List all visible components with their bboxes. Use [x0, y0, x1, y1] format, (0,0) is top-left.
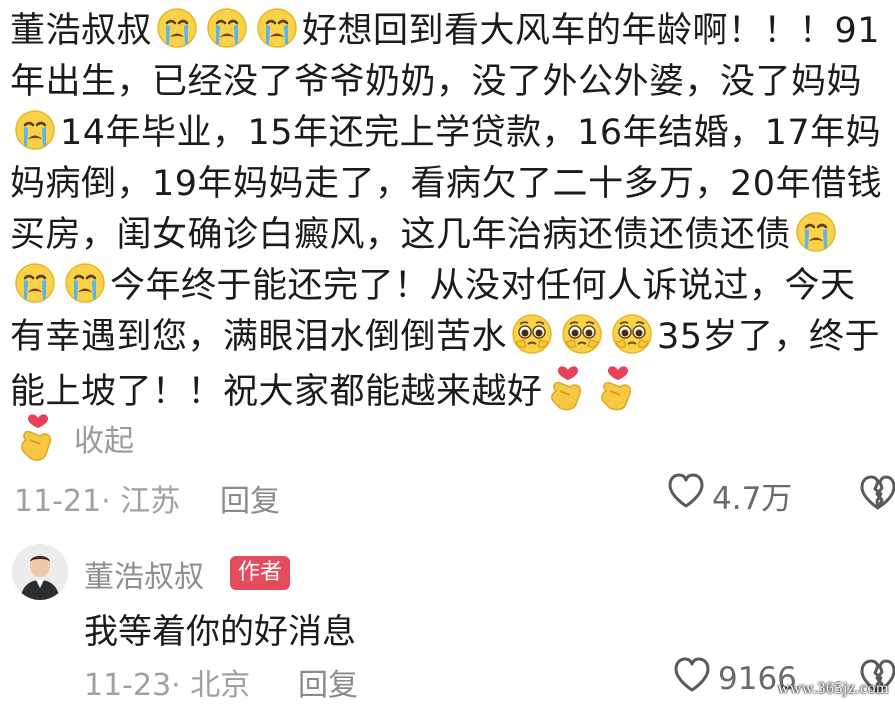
author-badge: 作者	[230, 556, 291, 590]
finger-heart-icon	[596, 363, 640, 411]
like-count: 4.7万	[712, 480, 793, 517]
crying-face-icon	[155, 6, 199, 50]
collapse-button[interactable]: 收起	[16, 410, 134, 466]
reply-author-name[interactable]: 董浩叔叔	[84, 552, 204, 596]
comment-text-segment: 14年毕业，15年还完上学贷款，16年结婚，17年妈妈病倒，19年妈妈走了，看病…	[10, 113, 883, 255]
collapse-label: 收起	[74, 424, 134, 459]
reply-meta: 11-23· 北京 回复 9166	[84, 657, 895, 704]
watermark: www.365jz.com	[777, 680, 889, 697]
reply-reply-button[interactable]: 回复	[298, 660, 358, 704]
comment-date-location: 11-21· 江苏	[14, 484, 181, 519]
avatar[interactable]	[12, 544, 68, 600]
crying-face-icon	[794, 210, 838, 254]
reply-text: 我等着你的好消息	[84, 612, 356, 652]
crying-face-icon	[13, 108, 57, 152]
finger-heart-icon	[546, 363, 590, 411]
finger-heart-icon	[16, 410, 60, 466]
comment-text-segment: 董浩叔叔	[10, 11, 153, 51]
crying-face-icon	[255, 6, 299, 50]
reply-comment: 董浩叔叔 作者 我等着你的好消息 11-23· 北京 回复 9166	[12, 544, 895, 704]
pleading-face-icon	[610, 312, 654, 356]
broken-heart-icon[interactable]	[858, 474, 895, 520]
like-button[interactable]: 4.7万	[666, 472, 792, 518]
heart-icon	[666, 472, 706, 518]
heart-icon	[672, 656, 712, 702]
pleading-face-icon	[560, 312, 604, 356]
comment-text: 董浩叔叔 好想回到看大风车的年龄啊！！！91年出生，已经没了爷爷奶奶，没了外公外婆…	[10, 6, 890, 418]
comment-meta: 11-21· 江苏 回复 4.7万	[14, 473, 895, 520]
crying-face-icon	[13, 261, 57, 305]
crying-face-icon	[63, 261, 107, 305]
reply-button[interactable]: 回复	[220, 476, 280, 520]
reply-date-location: 11-23· 北京	[84, 668, 251, 703]
crying-face-icon	[205, 6, 249, 50]
pleading-face-icon	[510, 312, 554, 356]
